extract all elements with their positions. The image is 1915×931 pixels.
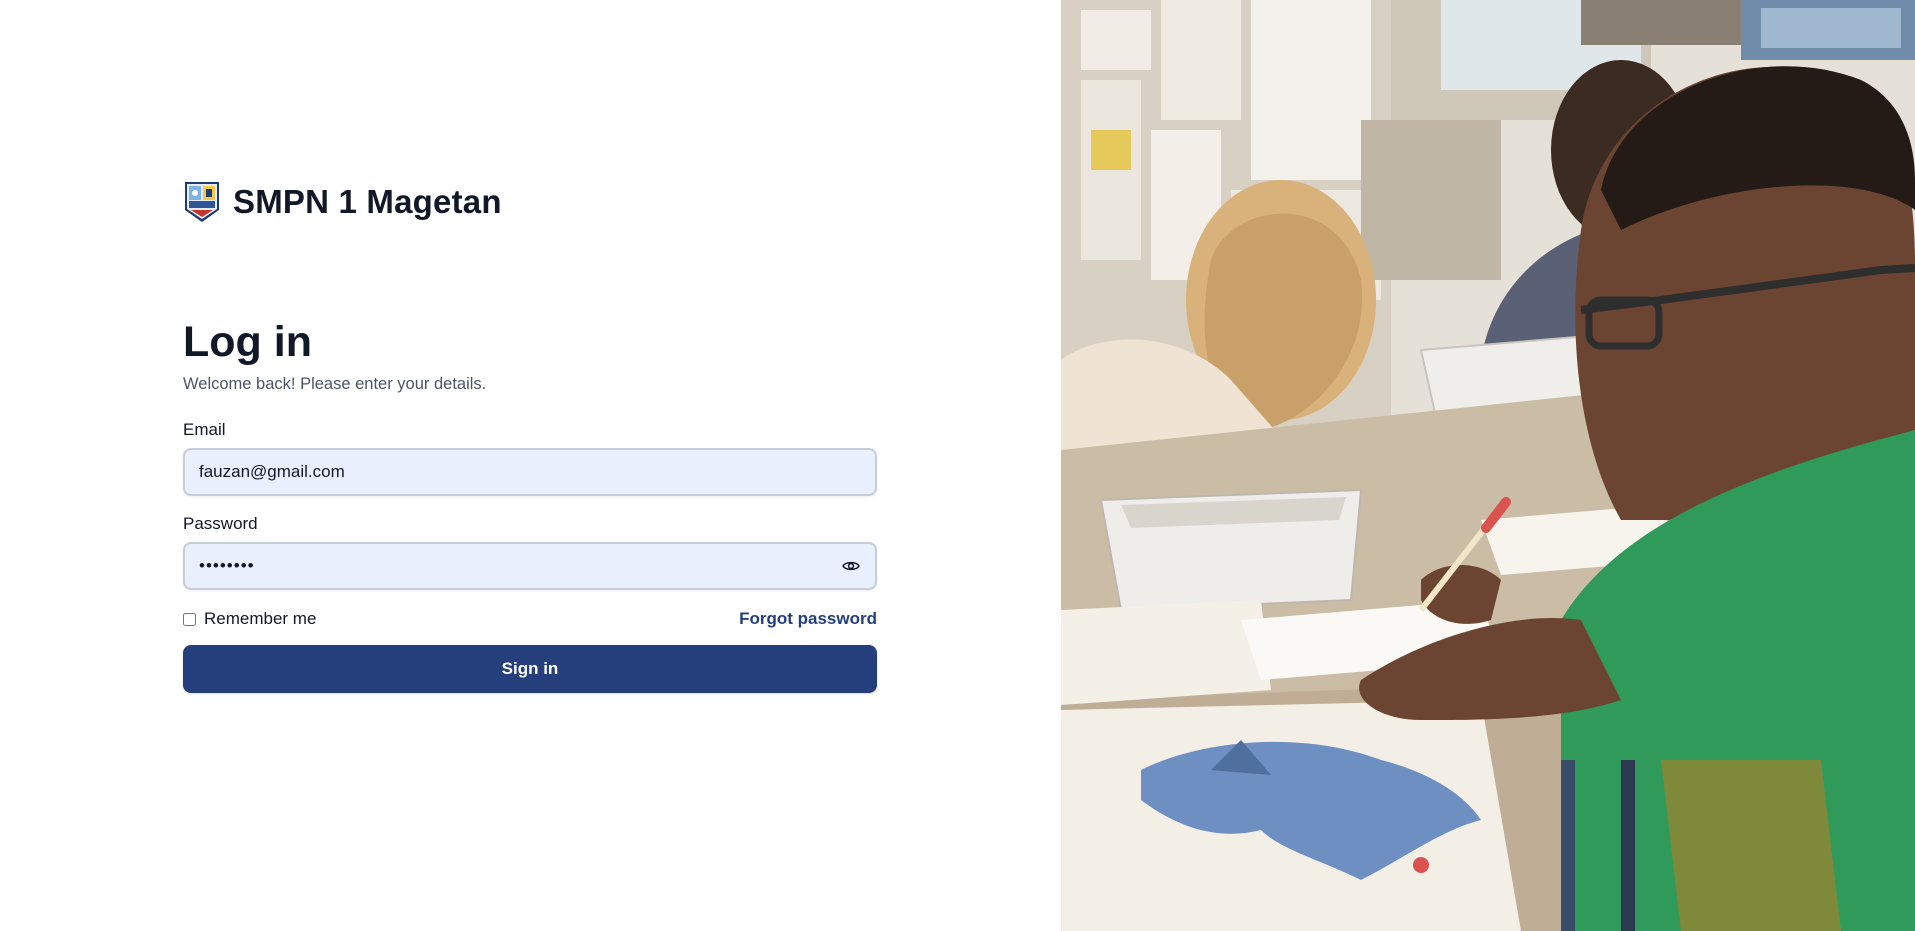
- email-label: Email: [183, 420, 226, 439]
- email-field-box: [183, 448, 877, 496]
- eye-icon[interactable]: [841, 557, 861, 575]
- forgot-password-link[interactable]: Forgot password: [739, 609, 877, 629]
- sign-in-button[interactable]: Sign in: [183, 645, 877, 693]
- login-form: Log in Welcome back! Please enter your d…: [183, 316, 877, 693]
- login-page: SMPN 1 Magetan Log in Welcome back! Plea…: [0, 0, 1915, 931]
- remember-me[interactable]: Remember me: [183, 609, 316, 629]
- options-row: Remember me Forgot password: [183, 608, 877, 630]
- password-field-box: [183, 542, 877, 590]
- school-crest-icon: [185, 182, 219, 222]
- brand: SMPN 1 Magetan: [183, 180, 502, 224]
- login-panel: SMPN 1 Magetan Log in Welcome back! Plea…: [0, 0, 1061, 931]
- page-title: Log in: [183, 318, 312, 366]
- password-field[interactable]: [185, 544, 875, 588]
- email-field[interactable]: [185, 450, 875, 494]
- remember-checkbox[interactable]: [183, 612, 196, 626]
- remember-label: Remember me: [204, 609, 317, 628]
- page-subtitle: Welcome back! Please enter your details.: [183, 375, 487, 393]
- password-label: Password: [183, 514, 258, 533]
- brand-name: SMPN 1 Magetan: [233, 183, 502, 220]
- classroom-photo: [1061, 0, 1915, 931]
- classroom-photo-illustration: [1061, 0, 1915, 931]
